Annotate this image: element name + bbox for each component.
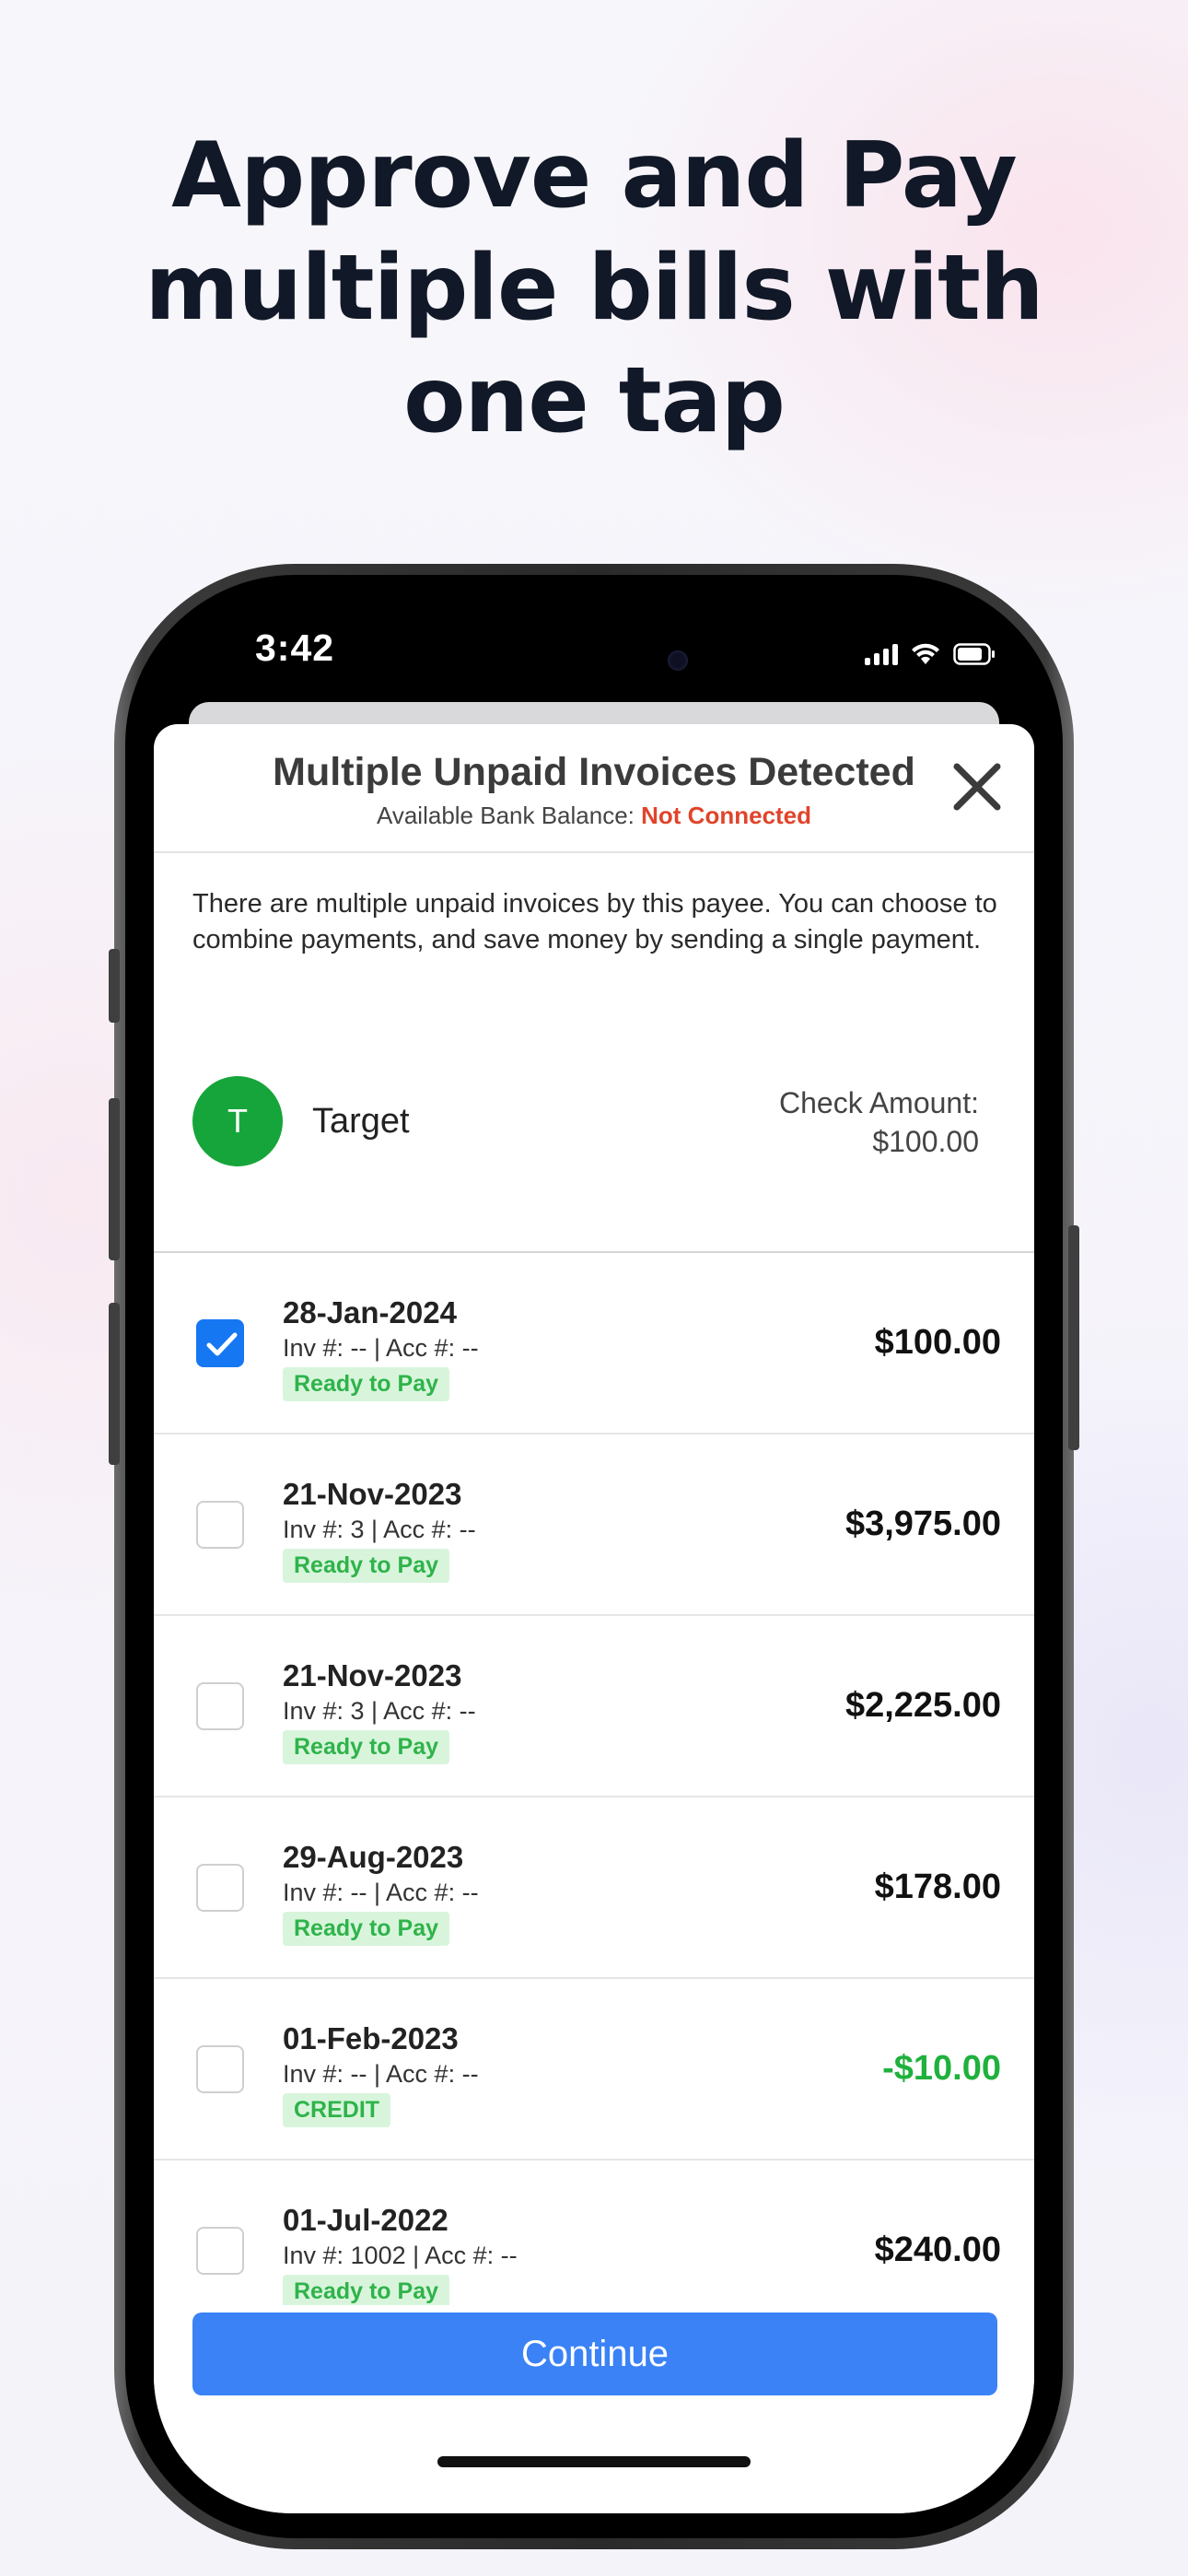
invoice-checkbox[interactable] (196, 1319, 244, 1367)
invoice-date: 21-Nov-2023 (283, 1658, 462, 1692)
invoice-numbers: Inv #: 3 | Acc #: -- (283, 1516, 476, 1543)
invoice-list: 28-Jan-2024 Inv #: -- | Acc #: -- Ready … (154, 1253, 1034, 2342)
payee-name: Target (312, 1102, 410, 1141)
headline-line-1: Approve and Pay (171, 123, 1018, 228)
phone-screen: 3:42 Multiple Unpaid Invoices Detected A… (154, 599, 1034, 2513)
invoice-date: 28-Jan-2024 (283, 1295, 457, 1329)
invoice-amount: $178.00 (874, 1868, 1001, 1906)
check-amount: Check Amount: $100.00 (779, 1083, 979, 1161)
invoice-numbers: Inv #: -- | Acc #: -- (283, 2060, 479, 2088)
status-badge: Ready to Pay (283, 1912, 450, 1946)
check-amount-value: $100.00 (872, 1125, 979, 1158)
invoice-row[interactable]: 01-Feb-2023 Inv #: -- | Acc #: -- CREDIT… (154, 1979, 1034, 2160)
wifi-icon (912, 643, 939, 664)
invoice-date: 21-Nov-2023 (283, 1477, 462, 1511)
invoice-checkbox[interactable] (196, 2227, 244, 2275)
invoice-checkbox[interactable] (196, 2045, 244, 2093)
close-icon (953, 763, 1001, 811)
camera-icon (668, 650, 688, 671)
battery-icon (953, 643, 995, 665)
invoice-amount: $100.00 (874, 1323, 1001, 1362)
invoice-numbers: Inv #: -- | Acc #: -- (283, 1334, 479, 1362)
invoice-date: 01-Feb-2023 (283, 2021, 459, 2055)
header-divider (154, 851, 1034, 853)
check-amount-label: Check Amount: (779, 1086, 979, 1119)
invoice-checkbox[interactable] (196, 1682, 244, 1730)
footer: Continue (154, 2305, 1034, 2513)
home-indicator[interactable] (437, 2456, 751, 2467)
invoice-row[interactable]: 29-Aug-2023 Inv #: -- | Acc #: -- Ready … (154, 1797, 1034, 1979)
invoice-amount: $240.00 (874, 2231, 1001, 2269)
headline-line-2: multiple bills with (145, 236, 1043, 341)
bank-balance-status: Not Connected (641, 802, 812, 829)
silent-switch (109, 949, 120, 1023)
invoice-date: 01-Jul-2022 (283, 2203, 448, 2237)
close-button[interactable] (948, 757, 1007, 816)
status-badge: Ready to Pay (283, 2275, 450, 2309)
status-time: 3:42 (255, 626, 335, 669)
invoice-amount: -$10.00 (882, 2049, 1001, 2088)
invoice-row[interactable]: 21-Nov-2023 Inv #: 3 | Acc #: -- Ready t… (154, 1616, 1034, 1797)
invoice-numbers: Inv #: -- | Acc #: -- (283, 1879, 479, 1906)
invoice-numbers: Inv #: 3 | Acc #: -- (283, 1697, 476, 1725)
status-badge: Ready to Pay (283, 1367, 450, 1401)
invoice-row[interactable]: 21-Nov-2023 Inv #: 3 | Acc #: -- Ready t… (154, 1434, 1034, 1616)
volume-up-button (109, 1098, 120, 1260)
invoice-amount: $3,975.00 (844, 1505, 1001, 1543)
checkmark-icon (206, 1332, 238, 1356)
power-button (1068, 1225, 1079, 1450)
headline: Approve and Pay multiple bills with one … (0, 120, 1188, 457)
intro-text: There are multiple unpaid invoices by th… (192, 889, 997, 954)
volume-down-button (109, 1303, 120, 1465)
cellular-signal-icon (865, 643, 898, 665)
credit-badge: CREDIT (283, 2093, 391, 2127)
payee-avatar: T (192, 1076, 283, 1166)
status-badge: Ready to Pay (283, 1730, 450, 1764)
status-badge: Ready to Pay (283, 1549, 450, 1583)
status-icons (865, 641, 996, 665)
sheet-title: Multiple Unpaid Invoices Detected (273, 750, 915, 794)
invoice-numbers: Inv #: 1002 | Acc #: -- (283, 2242, 518, 2269)
invoice-date: 29-Aug-2023 (283, 1840, 464, 1874)
bank-balance-label: Available Bank Balance: (376, 802, 635, 829)
invoice-checkbox[interactable] (196, 1501, 244, 1549)
headline-line-3: one tap (403, 348, 786, 453)
payee-initial: T (227, 1102, 248, 1140)
invoice-checkbox[interactable] (196, 1864, 244, 1912)
bank-balance-line: Available Bank Balance: Not Connected (154, 802, 1034, 830)
invoice-amount: $2,225.00 (844, 1686, 1001, 1725)
invoice-sheet: Multiple Unpaid Invoices Detected Availa… (154, 724, 1034, 2513)
invoice-row[interactable]: 28-Jan-2024 Inv #: -- | Acc #: -- Ready … (154, 1253, 1034, 1434)
continue-button[interactable]: Continue (192, 2313, 997, 2395)
dynamic-island (467, 599, 725, 708)
